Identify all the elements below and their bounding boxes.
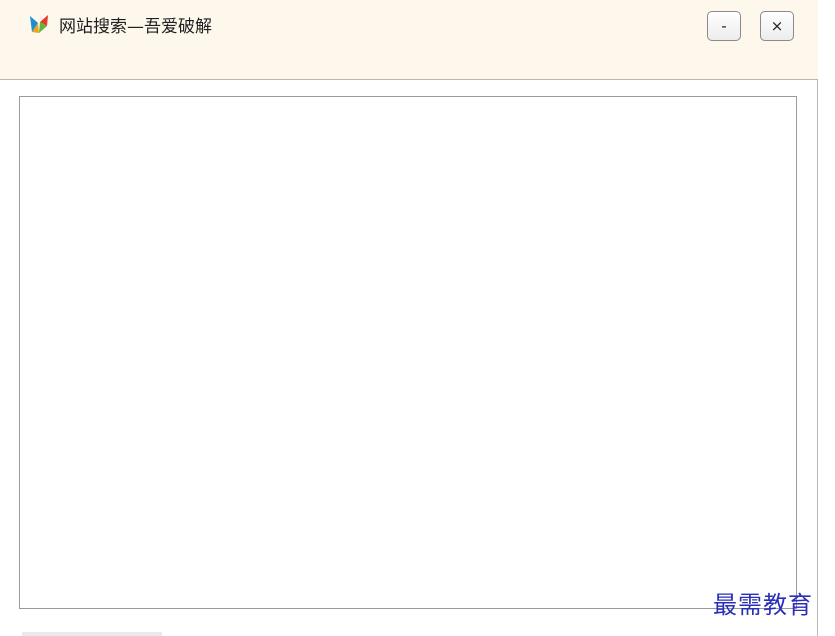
- bottom-element-partial: [22, 632, 162, 636]
- watermark-text: 最需教育: [713, 591, 813, 619]
- titlebar[interactable]: 网站搜索—吾爱破解 - ×: [0, 0, 818, 80]
- search-dialog-window: 网站搜索—吾爱破解 - ×: [0, 0, 818, 636]
- app-butterfly-icon: [27, 12, 51, 36]
- close-button[interactable]: ×: [760, 11, 794, 41]
- content-frame[interactable]: [19, 96, 797, 609]
- window-title: 网站搜索—吾爱破解: [59, 17, 212, 37]
- minimize-button[interactable]: -: [707, 11, 741, 41]
